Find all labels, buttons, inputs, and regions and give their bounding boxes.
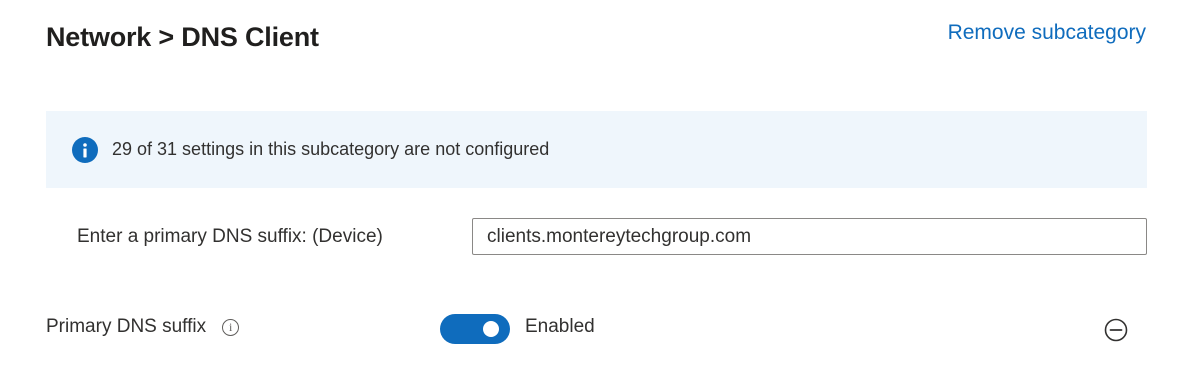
page-title: Network > DNS Client (46, 22, 319, 52)
setting-row: Primary DNS suffix i (46, 316, 240, 338)
setting-label: Primary DNS suffix (46, 316, 207, 337)
info-banner: 29 of 31 settings in this subcategory ar… (46, 111, 1147, 188)
minus-circle-icon[interactable] (1104, 318, 1128, 342)
remove-subcategory-link[interactable]: Remove subcategory (948, 21, 1146, 45)
page: Network > DNS Client Remove subcategory … (0, 0, 1181, 380)
toggle-knob (483, 321, 499, 337)
info-icon (72, 136, 98, 163)
info-circle-icon[interactable]: i (222, 318, 240, 336)
primary-dns-suffix-input[interactable] (472, 218, 1147, 255)
info-banner-message: 29 of 31 settings in this subcategory ar… (112, 139, 550, 159)
primary-dns-suffix-toggle[interactable] (440, 314, 510, 344)
toggle-state-label: Enabled (525, 316, 595, 337)
primary-dns-suffix-field-label: Enter a primary DNS suffix: (Device) (77, 226, 383, 247)
